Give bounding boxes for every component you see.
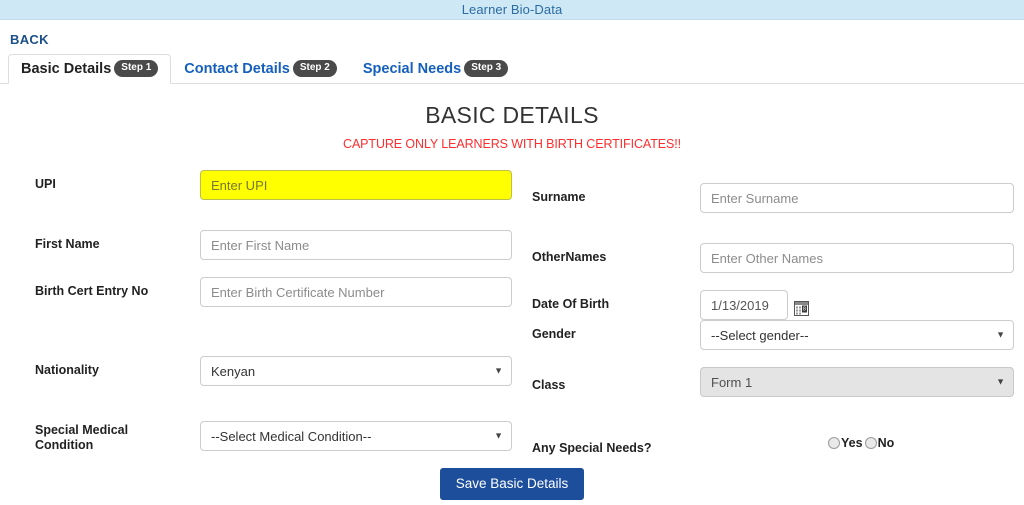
surname-input-wrap [700, 183, 1014, 213]
upi-label-wrap: UPI [35, 173, 56, 192]
tab-contact-details[interactable]: Contact Details Step 2 [171, 54, 350, 84]
tab-basic-details[interactable]: Basic Details Step 1 [8, 54, 172, 84]
special-needs-label-wrap: Any Special Needs? [532, 437, 652, 456]
capture-warning-text: CAPTURE ONLY LEARNERS WITH BIRTH CERTIFI… [343, 137, 681, 151]
medical-label: Special Medical Condition [35, 423, 129, 452]
section-title: BASIC DETAILS [425, 102, 599, 128]
special-needs-yes-option[interactable]: Yes [828, 436, 863, 450]
nationality-label: Nationality [35, 363, 99, 377]
tab-contact-details-badge: Step 2 [292, 60, 337, 77]
gender-label-wrap: Gender [532, 323, 576, 342]
dob-label: Date Of Birth [532, 297, 610, 311]
first-name-label: First Name [35, 237, 100, 251]
birth-cert-label: Birth Cert Entry No [35, 284, 149, 298]
app-header: Learner Bio-Data [0, 0, 1024, 20]
tab-basic-details-label: Basic Details [21, 60, 112, 77]
surname-input[interactable] [700, 183, 1014, 213]
special-needs-label: Any Special Needs? [532, 441, 652, 455]
gender-select-wrap: --Select gender-- ▼ [700, 320, 1014, 350]
othernames-input[interactable] [700, 243, 1014, 273]
upi-input-wrap [200, 170, 512, 200]
birth-cert-input-wrap [200, 277, 512, 307]
birth-cert-label-wrap: Birth Cert Entry No [35, 280, 148, 299]
othernames-label-wrap: OtherNames [532, 246, 606, 265]
tab-contact-details-label: Contact Details [184, 60, 290, 77]
radio-no-icon[interactable] [864, 437, 877, 449]
medical-select-wrap: --Select Medical Condition-- ▼ [200, 421, 512, 451]
radio-yes-icon[interactable] [828, 437, 840, 449]
birth-cert-input[interactable] [200, 277, 512, 307]
othernames-input-wrap [700, 243, 1014, 273]
first-name-label-wrap: First Name [35, 233, 100, 252]
special-needs-radio-group: Yes No [828, 436, 894, 450]
tab-basic-details-badge: Step 1 [114, 60, 159, 77]
special-needs-no-label: No [877, 436, 895, 450]
special-needs-no-option[interactable]: No [864, 436, 895, 450]
dob-input[interactable] [700, 290, 788, 320]
back-row: BACK [0, 20, 1024, 47]
upi-label: UPI [35, 177, 56, 191]
medical-label-wrap: Special Medical Condition [35, 419, 185, 453]
calendar-icon[interactable]: 8 [793, 301, 809, 319]
surname-label-wrap: Surname [532, 186, 586, 205]
form-actions: Save Basic Details [0, 468, 1024, 500]
gender-select[interactable]: --Select gender-- [700, 320, 1014, 350]
special-needs-yes-label: Yes [841, 436, 863, 450]
nationality-label-wrap: Nationality [35, 359, 99, 378]
tab-special-needs-badge: Step 3 [464, 60, 509, 77]
class-select-wrap: Form 1 ▼ [700, 367, 1014, 397]
nationality-select[interactable]: Kenyan [200, 356, 512, 386]
class-label-wrap: Class [532, 374, 565, 393]
basic-details-form: UPI First Name Birth Cert Entry No Natio… [0, 159, 1024, 479]
nationality-select-wrap: Kenyan ▼ [200, 356, 512, 386]
svg-text:8: 8 [803, 307, 806, 313]
first-name-input-wrap [200, 230, 512, 260]
dob-label-wrap: Date Of Birth [532, 293, 609, 312]
first-name-input[interactable] [200, 230, 512, 260]
class-label: Class [532, 378, 566, 392]
page-title-banner: Learner Bio-Data [461, 2, 563, 17]
tab-special-needs-label: Special Needs [362, 60, 462, 77]
back-link[interactable]: BACK [10, 32, 49, 47]
upi-input[interactable] [200, 170, 512, 200]
tab-special-needs[interactable]: Special Needs Step 3 [350, 54, 521, 84]
gender-label: Gender [532, 327, 576, 341]
dob-input-wrap: 8 [700, 290, 809, 320]
surname-label: Surname [532, 190, 586, 204]
step-tabs: Basic Details Step 1 Contact Details Ste… [0, 54, 1024, 84]
class-select[interactable]: Form 1 [700, 367, 1014, 397]
othernames-label: OtherNames [532, 250, 607, 264]
save-basic-details-button[interactable]: Save Basic Details [439, 468, 585, 500]
medical-select[interactable]: --Select Medical Condition-- [200, 421, 512, 451]
